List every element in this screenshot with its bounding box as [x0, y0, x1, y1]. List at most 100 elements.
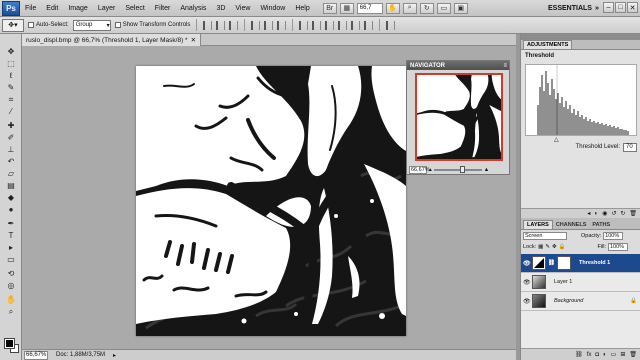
menu-filter[interactable]: Filter	[150, 5, 176, 12]
foreground-color-swatch[interactable]	[4, 338, 15, 349]
pen-tool-icon[interactable]: ✒	[4, 218, 18, 229]
threshold-level-input[interactable]: 70	[623, 142, 637, 152]
screen-mode-icon[interactable]: ▣	[453, 2, 468, 14]
image-canvas[interactable]	[136, 66, 406, 336]
lasso-tool-icon[interactable]: ℓ	[4, 70, 18, 81]
move-tool-icon[interactable]: ✥	[4, 46, 18, 57]
zoom-level-field[interactable]: 66,7	[356, 2, 383, 14]
menu-edit[interactable]: Edit	[41, 5, 63, 12]
eye-icon[interactable]: 👁	[523, 260, 531, 267]
lock-pixels-icon[interactable]: ✎	[545, 244, 550, 250]
add-mask-icon[interactable]: ◘	[595, 352, 599, 358]
history-brush-tool-icon[interactable]: ↶	[4, 156, 18, 167]
auto-select-target-select[interactable]: Group ▾	[72, 19, 111, 31]
threshold-histogram[interactable]	[525, 64, 637, 136]
eye-icon[interactable]: 👁	[523, 298, 531, 305]
eye-icon[interactable]: 👁	[523, 279, 531, 286]
layer-mask-thumbnail[interactable]	[556, 256, 571, 270]
type-tool-icon[interactable]: T	[4, 230, 18, 241]
document-tab[interactable]: ruslo_displ.bmp @ 66,7% (Threshold 1, La…	[22, 34, 202, 46]
new-group-icon[interactable]: ▭	[611, 351, 617, 358]
3d-orbit-tool-icon[interactable]: ◎	[4, 280, 18, 291]
show-transform-checkbox[interactable]: Show Transform Controls	[114, 22, 190, 28]
align-hcenter-icon[interactable]	[264, 20, 274, 30]
delete-adjustment-icon[interactable]: 🗑	[629, 210, 637, 217]
align-left-icon[interactable]	[251, 20, 261, 30]
align-bottom-icon[interactable]	[229, 20, 239, 30]
workspace-switcher[interactable]: ESSENTIALS »	[548, 3, 599, 14]
menu-image[interactable]: Image	[63, 5, 92, 12]
distribute-bottom-icon[interactable]	[325, 20, 335, 30]
close-icon[interactable]: ✕	[627, 2, 638, 13]
status-zoom-field[interactable]: 66,67%	[24, 350, 48, 360]
dodge-tool-icon[interactable]: ●	[4, 204, 18, 215]
tab-paths[interactable]: PATHS	[589, 220, 613, 229]
tab-channels[interactable]: CHANNELS	[553, 220, 590, 229]
hand-tool-icon[interactable]: ✋	[4, 294, 18, 305]
layer-style-icon[interactable]: fx	[587, 352, 592, 358]
reset-icon[interactable]: ↻	[620, 210, 625, 217]
zoom-in-icon[interactable]: ▲	[484, 167, 489, 173]
menu-3d[interactable]: 3D	[211, 5, 230, 12]
new-adjustment-icon[interactable]: ◐	[603, 352, 607, 358]
clone-stamp-tool-icon[interactable]: ⊥	[4, 144, 18, 155]
menu-layer[interactable]: Layer	[93, 5, 121, 12]
slider-knob[interactable]	[459, 165, 465, 173]
move-tool-preset-icon[interactable]: ✥▾	[2, 18, 24, 32]
eraser-tool-icon[interactable]: ▱	[4, 168, 18, 179]
lock-position-icon[interactable]: ✥	[552, 244, 557, 250]
hand-icon[interactable]: ✋	[385, 2, 400, 14]
zoom-tool-icon[interactable]: ⌕	[4, 306, 18, 317]
lock-transparency-icon[interactable]: ▦	[538, 244, 543, 250]
link-layers-icon[interactable]: ⛓	[575, 351, 583, 358]
opacity-input[interactable]: 100%	[603, 231, 624, 240]
brush-tool-icon[interactable]: ✐	[4, 132, 18, 143]
align-vcenter-icon[interactable]	[216, 20, 226, 30]
shape-tool-icon[interactable]: ▭	[4, 254, 18, 265]
tab-layers[interactable]: LAYERS	[523, 220, 553, 229]
arrange-documents-icon[interactable]: ▭	[436, 2, 451, 14]
distribute-left-icon[interactable]	[338, 20, 348, 30]
auto-select-checkbox[interactable]: Auto-Select:	[28, 22, 69, 28]
layer-row-layer1[interactable]: 👁 Layer 1	[521, 273, 640, 292]
menu-file[interactable]: File	[20, 5, 41, 12]
3d-rotate-tool-icon[interactable]: ⟲	[4, 268, 18, 279]
back-arrow-icon[interactable]: ◂	[587, 210, 590, 217]
distribute-right-icon[interactable]	[364, 20, 374, 30]
chevron-right-icon[interactable]: ▸	[113, 352, 116, 359]
bridge-icon[interactable]: Br	[322, 2, 337, 14]
distribute-top-icon[interactable]	[299, 20, 309, 30]
menu-view[interactable]: View	[230, 5, 255, 12]
distribute-hcenter-icon[interactable]	[351, 20, 361, 30]
align-top-icon[interactable]	[203, 20, 213, 30]
new-layer-icon[interactable]: ⊞	[620, 351, 625, 358]
distribute-vcenter-icon[interactable]	[312, 20, 322, 30]
clip-to-layer-icon[interactable]: ◐	[594, 211, 598, 217]
align-right-icon[interactable]	[277, 20, 287, 30]
delete-layer-icon[interactable]: 🗑	[629, 351, 637, 358]
minimize-icon[interactable]: –	[603, 2, 614, 13]
menu-help[interactable]: Help	[290, 5, 314, 12]
navigator-zoom-slider[interactable]	[433, 165, 482, 173]
healing-brush-tool-icon[interactable]: ✚	[4, 120, 18, 131]
marquee-tool-icon[interactable]: ⬚	[4, 58, 18, 69]
auto-align-icon[interactable]	[386, 20, 396, 30]
eyedropper-tool-icon[interactable]: ⁄	[4, 106, 18, 117]
navigator-view-box[interactable]	[415, 73, 503, 161]
lock-all-icon[interactable]: 🔒	[559, 244, 566, 250]
visibility-icon[interactable]: ◉	[602, 210, 607, 217]
navigator-title-bar[interactable]: NAVIGATOR ≡	[407, 61, 509, 70]
layer-row-threshold[interactable]: 👁 ⛓ Threshold 1	[521, 254, 640, 273]
panel-menu-icon[interactable]: ≡	[503, 63, 507, 69]
maximize-icon[interactable]: □	[615, 2, 626, 13]
guides-icon[interactable]: ▦	[339, 2, 354, 14]
zoom-out-icon[interactable]: ▴	[429, 167, 432, 173]
zoom-icon[interactable]: ⌕	[402, 2, 417, 14]
path-selection-tool-icon[interactable]: ▸	[4, 242, 18, 253]
previous-state-icon[interactable]: ↺	[611, 210, 616, 217]
menu-select[interactable]: Select	[120, 5, 149, 12]
quick-select-tool-icon[interactable]: ✎	[4, 82, 18, 93]
navigator-zoom-field[interactable]: 66,67%	[409, 165, 430, 174]
rotate-view-icon[interactable]: ↻	[419, 2, 434, 14]
crop-tool-icon[interactable]: ⌗	[4, 94, 18, 105]
